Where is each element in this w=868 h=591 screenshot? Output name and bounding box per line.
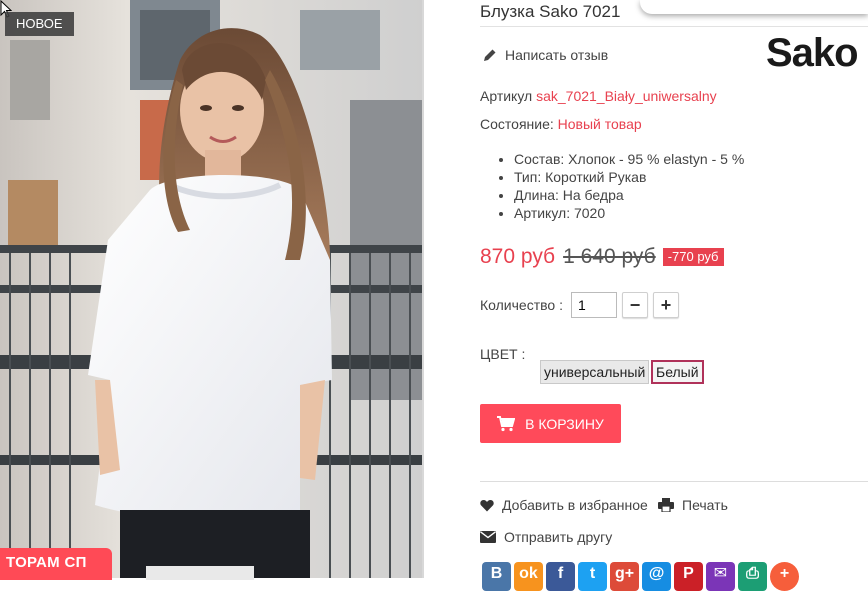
condition-value: Новый товар	[557, 116, 642, 132]
social-share-bar: Вok f t g+ @ P ✉ ⎙ +	[482, 562, 799, 591]
product-image	[0, 0, 422, 578]
facebook-icon[interactable]: f	[546, 562, 575, 591]
feature-item: Артикул: 7020	[514, 204, 744, 222]
new-badge: НОВОЕ	[5, 12, 74, 36]
product-title: Блузка Sako 7021	[480, 2, 621, 21]
mailru-icon[interactable]: @	[642, 562, 671, 591]
send-to-friend-link[interactable]: Отправить другу	[480, 529, 612, 545]
quantity-increase-button[interactable]: +	[652, 292, 679, 318]
print-share-icon[interactable]: ⎙	[738, 562, 767, 591]
add-to-favorites-link[interactable]: Добавить в избранное	[480, 497, 648, 513]
pinterest-icon[interactable]: P	[674, 562, 703, 591]
send-to-friend-label: Отправить другу	[504, 529, 613, 545]
promo-tag[interactable]: ТОРАМ СП	[0, 548, 112, 580]
old-price: 1 640 руб	[563, 245, 656, 268]
feature-item: Длина: На бедра	[514, 186, 744, 204]
cart-icon	[497, 415, 516, 431]
product-info: Блузка Sako 7021 Написать отзыв Sako Арт…	[480, 0, 868, 591]
quantity-label: Количество :	[480, 297, 563, 313]
discount-badge: -770 руб	[662, 248, 724, 266]
feature-list: Состав: Хлопок - 95 % elastyn - 5 % Тип:…	[480, 150, 744, 222]
add-to-cart-button[interactable]: В КОРЗИНУ	[480, 404, 621, 443]
brand-logo[interactable]: Sako	[766, 30, 859, 76]
write-review-label: Написать отзыв	[505, 47, 609, 63]
product-photo[interactable]	[0, 0, 424, 578]
envelope-icon	[480, 531, 496, 543]
write-review-link[interactable]: Написать отзыв	[483, 47, 608, 63]
heart-icon	[480, 499, 494, 511]
quantity-input[interactable]	[570, 292, 617, 318]
article-label: Артикул	[480, 88, 533, 104]
title-divider	[480, 26, 868, 27]
email-icon[interactable]: ✉	[706, 562, 735, 591]
quantity-decrease-button[interactable]: −	[621, 292, 648, 318]
add-to-cart-label: В КОРЗИНУ	[525, 415, 604, 432]
article-value: sak_7021_Biały_uniwersalny	[536, 88, 717, 104]
print-label: Печать	[682, 497, 728, 513]
google-plus-icon[interactable]: g+	[610, 562, 639, 591]
article-line: Артикул sak_7021_Biały_uniwersalny	[480, 88, 717, 104]
color-label: ЦВЕТ :	[480, 346, 526, 362]
condition-line: Состояние: Новый товар	[480, 116, 642, 132]
condition-label: Состояние:	[480, 116, 554, 132]
odnoklassniki-icon[interactable]: ok	[514, 562, 543, 591]
color-option-universal[interactable]: универсальный	[540, 360, 650, 384]
more-share-icon[interactable]: +	[770, 562, 799, 591]
quantity-row: Количество : − +	[480, 292, 679, 318]
add-to-favorites-label: Добавить в избранное	[502, 497, 648, 513]
price-row: 870 руб 1 640 руб -770 руб	[480, 245, 724, 269]
vk-icon[interactable]: В	[482, 562, 511, 591]
twitter-icon[interactable]: t	[578, 562, 607, 591]
current-price: 870 руб	[480, 245, 556, 268]
print-link[interactable]: Печать	[658, 497, 728, 513]
feature-item: Состав: Хлопок - 95 % elastyn - 5 %	[514, 150, 744, 168]
feature-item: Тип: Короткий Рукав	[514, 168, 744, 186]
pencil-icon	[484, 49, 496, 61]
printer-icon	[658, 498, 674, 512]
color-option-white[interactable]: Белый	[651, 360, 704, 384]
actions-divider	[480, 481, 868, 482]
